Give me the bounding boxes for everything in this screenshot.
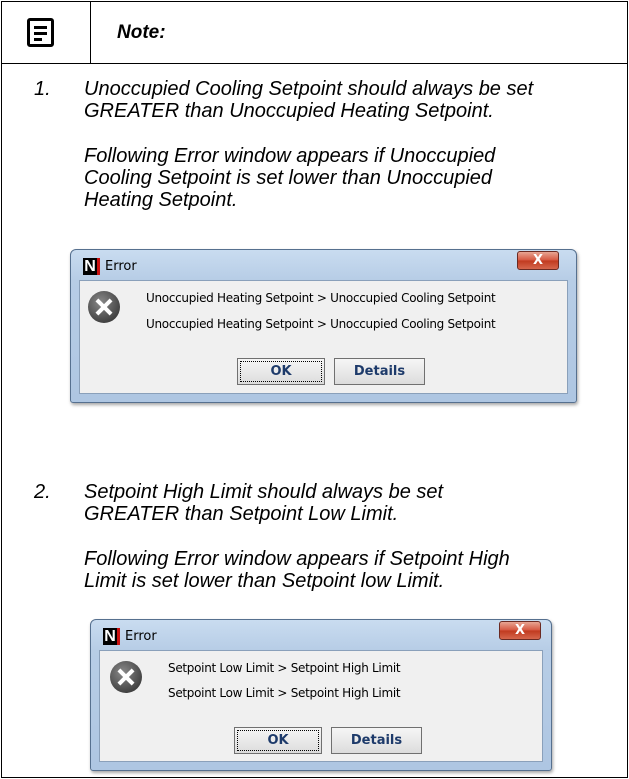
description-line: Following Error window appears if Unoccu… bbox=[84, 145, 496, 167]
description-line: Limit is set lower than Setpoint low Lim… bbox=[84, 570, 445, 592]
close-button[interactable]: X bbox=[517, 251, 559, 270]
item-description: Following Error window appears if Setpoi… bbox=[84, 548, 624, 592]
error-message: Unoccupied Heating Setpoint > Unoccupied… bbox=[146, 291, 496, 305]
description-line: Cooling Setpoint is set lower than Unocc… bbox=[84, 167, 493, 189]
ok-button[interactable]: OK bbox=[237, 358, 325, 385]
note-icon bbox=[27, 18, 54, 47]
error-message: Unoccupied Heating Setpoint > Unoccupied… bbox=[146, 317, 496, 331]
rule-line: Unoccupied Cooling Setpoint should alway… bbox=[84, 78, 534, 100]
dialog-titlebar: N Error X bbox=[71, 250, 576, 280]
close-button[interactable]: X bbox=[499, 621, 541, 640]
dialog-body: Unoccupied Heating Setpoint > Unoccupied… bbox=[79, 280, 568, 394]
ok-button[interactable]: OK bbox=[234, 727, 322, 754]
header-divider bbox=[2, 63, 627, 64]
details-button[interactable]: Details bbox=[331, 727, 422, 754]
error-icon bbox=[110, 661, 142, 693]
error-icon bbox=[88, 291, 120, 323]
dialog-titlebar: N Error X bbox=[91, 620, 551, 650]
item-number: 2. bbox=[34, 481, 51, 503]
dialog-body: Setpoint Low Limit > Setpoint High Limit… bbox=[99, 650, 543, 762]
item-rule: Unoccupied Cooling Setpoint should alway… bbox=[84, 78, 624, 122]
note-title: Note: bbox=[117, 22, 166, 43]
rule-line: Setpoint High Limit should always be set bbox=[84, 481, 444, 503]
rule-line: GREATER than Unoccupied Heating Setpoint… bbox=[84, 100, 494, 122]
description-line: Heating Setpoint. bbox=[84, 189, 238, 211]
error-message: Setpoint Low Limit > Setpoint High Limit bbox=[168, 661, 401, 675]
description-line: Following Error window appears if Setpoi… bbox=[84, 548, 510, 570]
item-rule: Setpoint High Limit should always be set… bbox=[84, 481, 624, 525]
dialog-title: Error bbox=[105, 259, 137, 274]
app-logo-icon: N bbox=[83, 258, 100, 275]
dialog-title: Error bbox=[125, 629, 157, 644]
error-message: Setpoint Low Limit > Setpoint High Limit bbox=[168, 686, 401, 700]
item-number: 1. bbox=[34, 78, 51, 100]
error-dialog: N Error X Setpoint Low Limit > Setpoint … bbox=[90, 619, 552, 771]
error-dialog: N Error X Unoccupied Heating Setpoint > … bbox=[70, 249, 577, 403]
app-logo-icon: N bbox=[103, 628, 120, 645]
cell-divider bbox=[90, 2, 91, 63]
item-description: Following Error window appears if Unoccu… bbox=[84, 145, 624, 211]
details-button[interactable]: Details bbox=[334, 358, 425, 385]
rule-line: GREATER than Setpoint Low Limit. bbox=[84, 503, 399, 525]
